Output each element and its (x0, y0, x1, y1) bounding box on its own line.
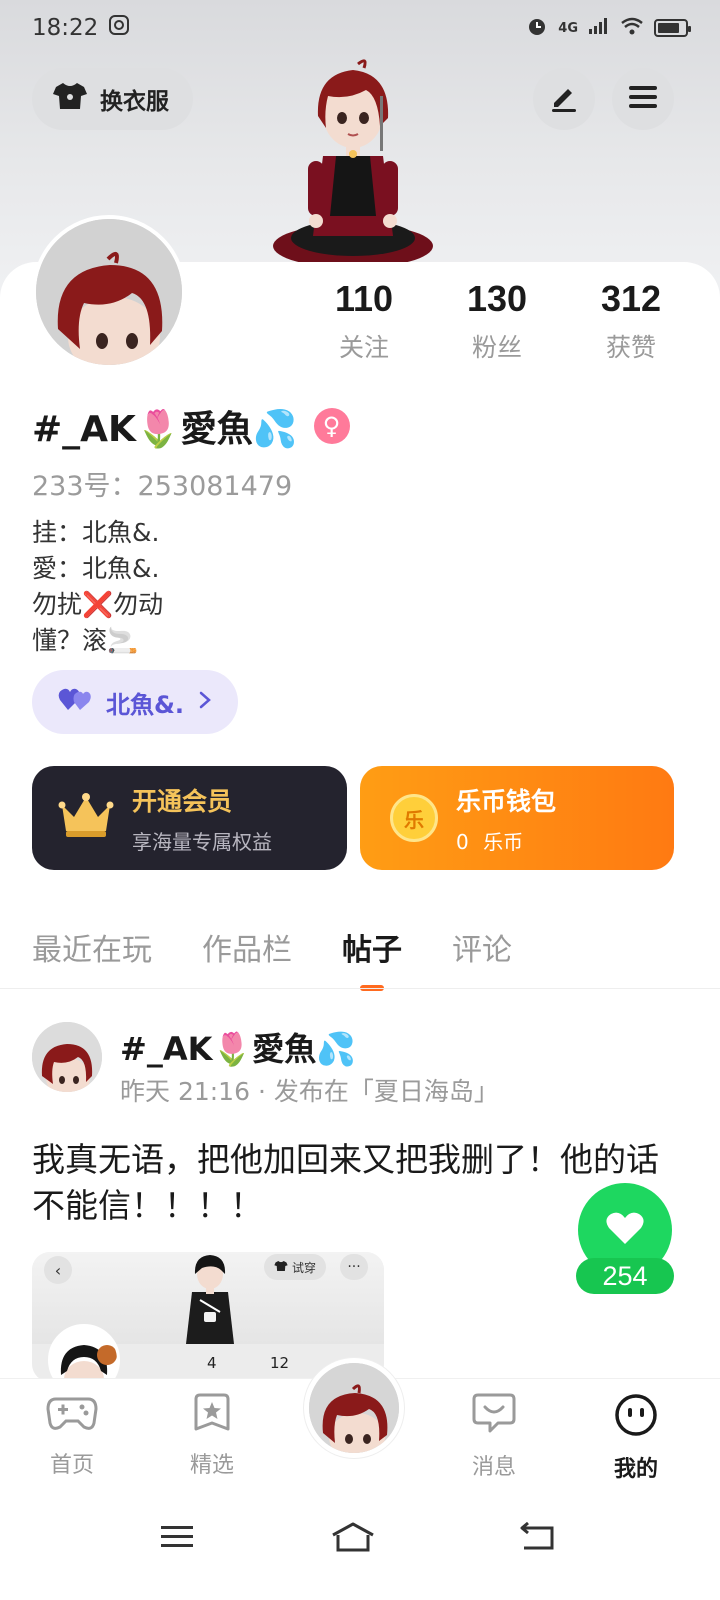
status-time: 18:22 (32, 15, 99, 41)
thumbnail-try-on-badge: 试穿 (264, 1254, 327, 1280)
stat-followers[interactable]: 130 粉丝 (437, 278, 557, 364)
coin-glyph: 乐 (404, 807, 424, 832)
tab-works[interactable]: 作品栏 (202, 925, 292, 969)
menu-button[interactable] (612, 68, 674, 130)
nav-me[interactable]: 我的 (586, 1393, 686, 1487)
back-button[interactable] (507, 1514, 567, 1564)
thumbnail-more-icon: ··· (340, 1254, 368, 1280)
smiley-face-icon (614, 1393, 658, 1443)
stat-label: 关注 (338, 333, 389, 362)
edit-icon (548, 81, 580, 117)
post-content[interactable]: 我真无语，把他加回来又把我删了！他的话不能信！！！！ (32, 1137, 672, 1229)
stat-following[interactable]: 110 关注 (304, 278, 424, 364)
thumbnail-stat-a: 4 (207, 1354, 217, 1372)
crown-icon (58, 791, 114, 845)
recent-apps-button[interactable] (147, 1514, 207, 1564)
network-type-label: 4G (558, 20, 578, 36)
tabs-divider (0, 988, 720, 989)
heart-icon (605, 1210, 645, 1250)
gamepad-icon (46, 1393, 98, 1439)
thumbnail-back-icon: ‹ (44, 1256, 72, 1284)
stat-value: 110 (334, 278, 394, 319)
profile-nickname-row: #_AK🌷愛魚💦 ♀ (32, 400, 350, 452)
tab-posts[interactable]: 帖子 (342, 925, 402, 969)
shirt-icon (52, 81, 88, 117)
post-author-name[interactable]: #_AK🌷愛魚💦 (120, 1024, 356, 1070)
stat-value: 312 (600, 278, 662, 319)
couple-tag-button[interactable]: 北魚&. (32, 670, 239, 734)
dress-up-label: 换衣服 (100, 89, 169, 115)
post-author-avatar[interactable] (32, 1022, 102, 1092)
nav-label: 消息 (471, 1455, 516, 1480)
wifi-icon (620, 16, 644, 41)
chevron-right-icon (198, 688, 212, 716)
thumbnail-stat-b: 12 (270, 1354, 290, 1372)
dress-up-button[interactable]: 换衣服 (32, 68, 193, 130)
profile-nickname: #_AK🌷愛魚💦 (32, 409, 298, 450)
wallet-title: 乐币钱包 (456, 786, 557, 816)
female-gender-icon: ♀ (313, 408, 350, 444)
star-badge-icon (192, 1393, 232, 1439)
coin-wallet-card[interactable]: 乐 乐币钱包 0 乐币 (360, 766, 674, 870)
app-notification-icon (108, 14, 130, 42)
post-meta: 昨天 21:16 · 发布在「夏日海岛」 (120, 1077, 499, 1106)
tab-comments[interactable]: 评论 (452, 925, 512, 969)
profile-bio: 挂：北魚&. 愛：北魚&. 勿扰❌勿动 懂？滚🚬 (32, 515, 163, 659)
nav-featured[interactable]: 精选 (162, 1393, 262, 1479)
edit-button[interactable] (533, 68, 595, 130)
back-arrow-icon (518, 1521, 556, 1556)
nav-label: 精选 (189, 1453, 234, 1478)
nav-label: 我的 (614, 1451, 658, 1487)
battery-icon (654, 19, 691, 37)
bio-line: 愛：北魚&. (32, 554, 160, 583)
nav-home[interactable]: 首页 (22, 1393, 122, 1479)
stat-value: 130 (466, 278, 528, 319)
vip-title: 开通会员 (132, 786, 233, 816)
profile-tabs: 最近在玩 作品栏 帖子 评论 (32, 925, 512, 969)
stat-likes[interactable]: 312 获赞 (571, 278, 691, 364)
chat-bubble-icon (472, 1393, 516, 1441)
tab-recently-played[interactable]: 最近在玩 (32, 925, 152, 969)
bio-line: 勿扰❌勿动 (32, 590, 164, 619)
coin-icon: 乐 (390, 794, 438, 842)
home-icon (329, 1521, 377, 1557)
bio-line: 挂：北魚&. (32, 518, 160, 547)
thumbnail-character-figure (178, 1252, 242, 1348)
home-button[interactable] (323, 1514, 383, 1564)
status-bar: 18:22 4G (0, 0, 720, 56)
profile-avatar[interactable] (32, 215, 186, 369)
stat-label: 获赞 (605, 333, 656, 362)
stat-label: 粉丝 (471, 333, 522, 362)
cellular-signal-icon (588, 17, 610, 40)
wallet-unit: 乐币 (483, 829, 524, 854)
shirt-icon (274, 1260, 288, 1275)
alarm-icon (526, 15, 548, 42)
vip-membership-card[interactable]: 开通会员 享海量专属权益 (32, 766, 347, 870)
nav-label: 首页 (49, 1453, 94, 1478)
double-heart-icon (58, 686, 92, 718)
couple-tag-label: 北魚&. (106, 690, 185, 719)
menu-icon (627, 83, 659, 115)
thumbnail-try-label: 试穿 (292, 1260, 317, 1275)
vip-subtitle: 享海量专属权益 (132, 829, 272, 854)
wallet-balance: 0 (456, 829, 469, 854)
center-avatar-button[interactable] (304, 1358, 404, 1458)
bio-line: 懂？滚🚬 (32, 626, 139, 655)
profile-user-id[interactable]: 233号：253081479 (32, 464, 292, 503)
system-navigation-bar (0, 1488, 720, 1600)
avatar-character-figure (268, 56, 438, 268)
like-count: 254 (576, 1258, 674, 1294)
nav-messages[interactable]: 消息 (444, 1393, 544, 1481)
menu-lines-icon (160, 1524, 194, 1554)
